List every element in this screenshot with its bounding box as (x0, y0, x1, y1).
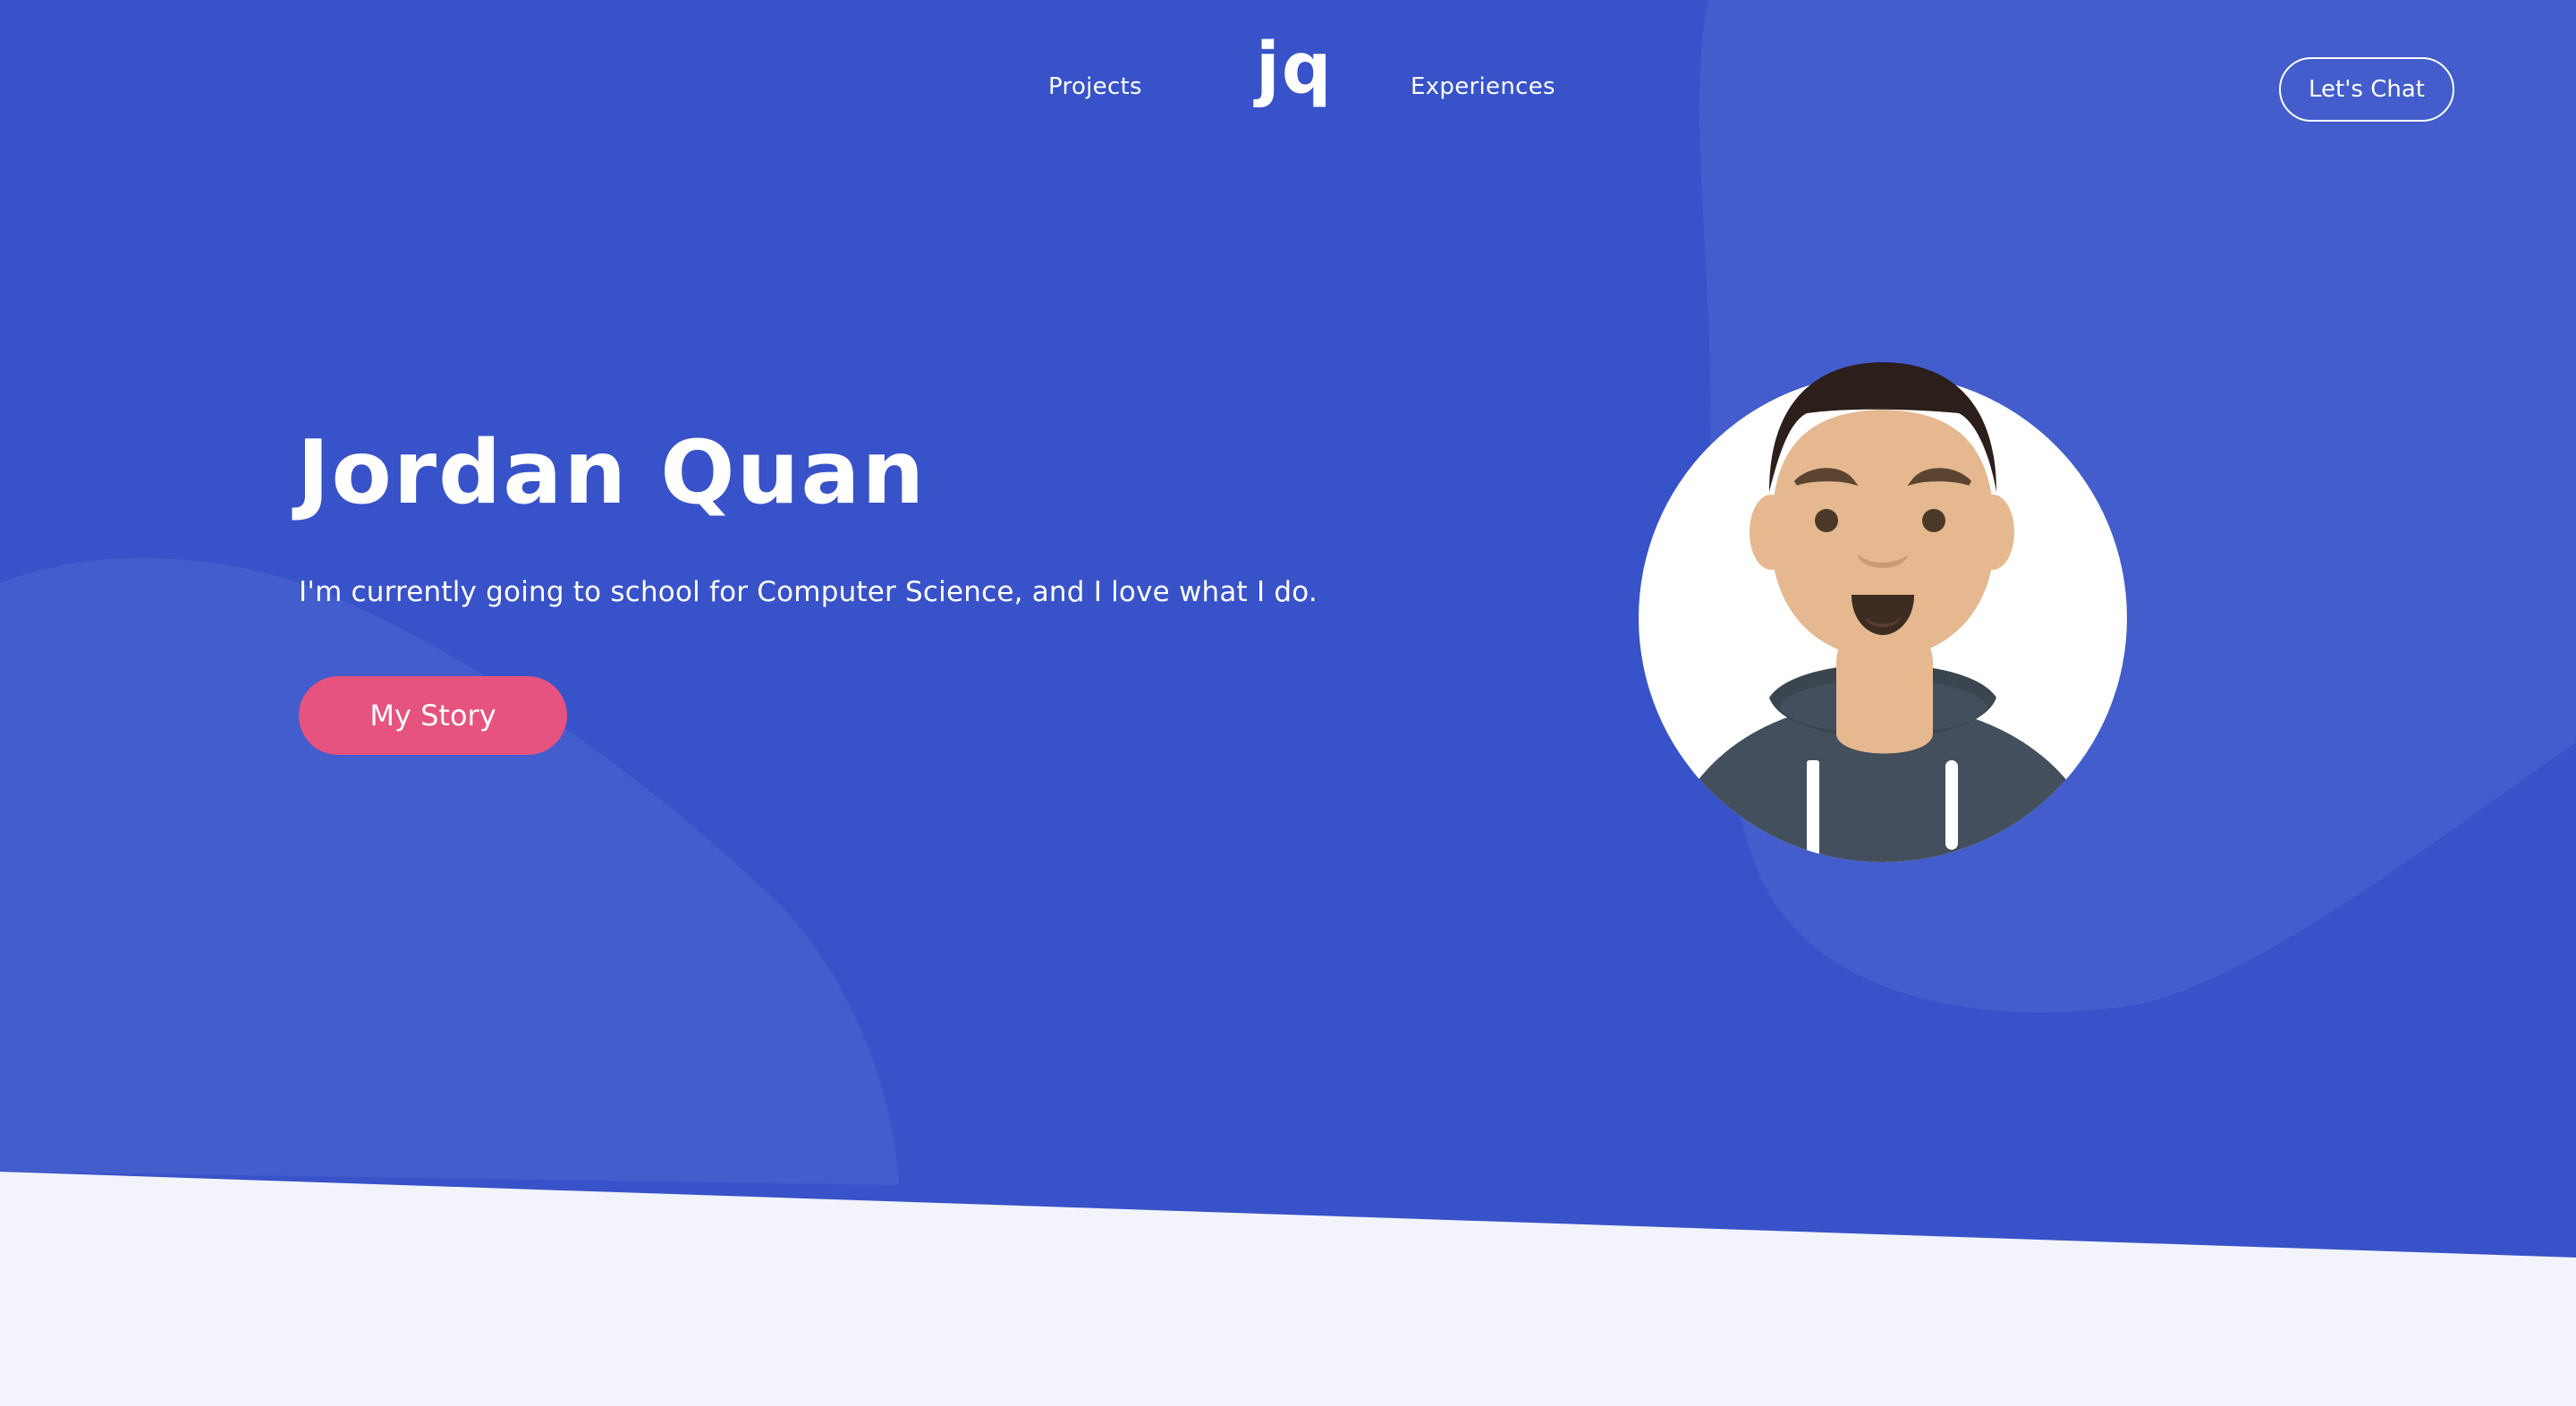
avatar-illustration (1639, 362, 2127, 862)
logo[interactable]: jq (1256, 34, 1334, 104)
lets-chat-button[interactable]: Let's Chat (2279, 57, 2454, 122)
hero-name: Jordan Quan (297, 422, 927, 524)
my-story-button[interactable]: My Story (299, 676, 567, 755)
nav-projects[interactable]: Projects (1048, 73, 1142, 100)
avatar-eye-right (1922, 509, 1945, 532)
avatar-drawstring-right (1945, 760, 1958, 850)
avatar-drawstring-left (1807, 760, 1819, 862)
page: Projects jq Experiences Let's Chat Jorda… (0, 0, 2576, 1406)
avatar-eye-left (1815, 509, 1838, 532)
hero-subtitle: I'm currently going to school for Comput… (299, 576, 1318, 608)
nav-experiences[interactable]: Experiences (1411, 73, 1555, 100)
